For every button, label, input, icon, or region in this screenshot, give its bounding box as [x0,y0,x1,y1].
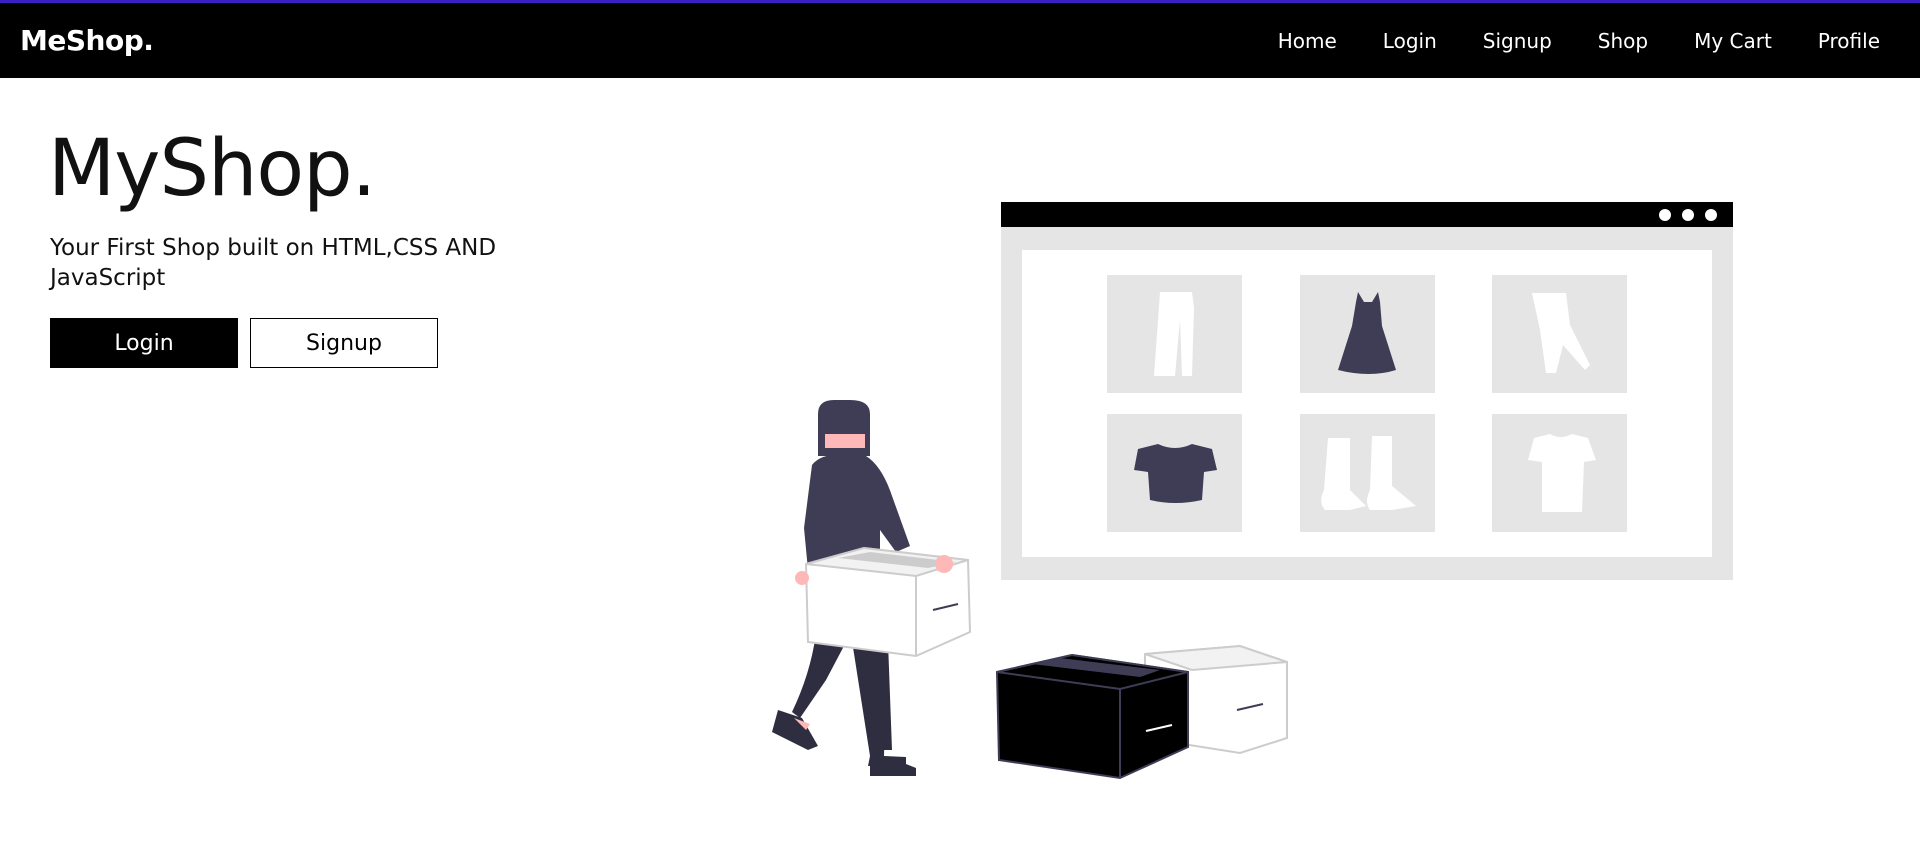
nav-my-cart[interactable]: My Cart [1694,29,1772,53]
signup-button[interactable]: Signup [250,318,438,368]
hero-title: MyShop. [48,124,376,214]
nav-shop[interactable]: Shop [1598,29,1648,53]
login-button[interactable]: Login [50,318,238,368]
nav-home[interactable]: Home [1278,29,1337,53]
nav-links: Home Login Signup Shop My Cart Profile [1232,29,1880,53]
hero-subtitle: Your First Shop built on HTML,CSS AND Ja… [50,235,497,291]
brand-logo[interactable]: MeShop. [20,24,154,57]
pants-icon [1154,292,1194,376]
box-black-icon [995,653,1189,780]
person-carrying-box-icon [772,400,972,776]
browser-window-icon [1001,202,1733,580]
nav-profile[interactable]: Profile [1818,29,1880,53]
shopping-illustration [772,202,1733,780]
nav-login[interactable]: Login [1383,29,1437,53]
nav-signup[interactable]: Signup [1483,29,1552,53]
navbar: MeShop. Home Login Signup Shop My Cart P… [0,0,1920,78]
